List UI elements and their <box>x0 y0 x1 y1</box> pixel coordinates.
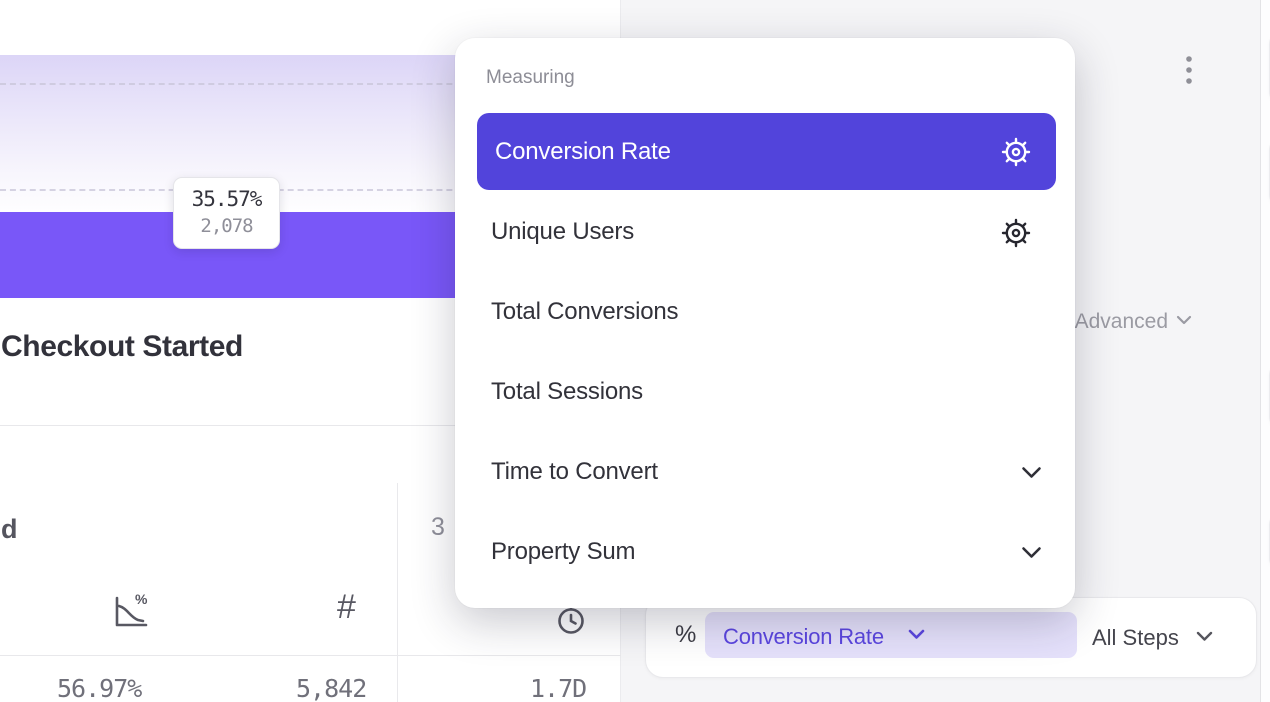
menu-item-property-sum[interactable]: Property Sum <box>491 538 635 566</box>
gear-icon[interactable] <box>1001 137 1031 167</box>
measuring-chip-label: Conversion Rate <box>723 624 884 650</box>
conversion-rate-value: 56.97% <box>57 674 141 702</box>
menu-item-total-sessions[interactable]: Total Sessions <box>491 378 643 406</box>
menu-item-label: Conversion Rate <box>495 138 671 166</box>
conversion-rate-icon: % <box>108 590 152 634</box>
table-row-label-cutoff: d <box>1 514 18 545</box>
chevron-down-icon <box>908 629 925 640</box>
table-column-divider <box>397 483 398 702</box>
chevron-down-icon <box>1176 315 1192 325</box>
menu-item-time-to-convert[interactable]: Time to Convert <box>491 458 658 486</box>
kebab-menu-button[interactable] <box>1176 48 1202 92</box>
tooltip-count: 2,078 <box>174 215 279 237</box>
percent-label: % <box>675 621 696 649</box>
chevron-down-icon <box>1021 546 1042 559</box>
count-value: 5,842 <box>296 674 366 702</box>
chevron-down-icon <box>1021 466 1042 479</box>
hash-icon: # <box>337 588 356 627</box>
menu-item-unique-users[interactable]: Unique Users <box>491 218 634 246</box>
percent-glyph: % <box>135 591 148 607</box>
menu-item-total-conversions[interactable]: Total Conversions <box>491 298 678 326</box>
all-steps-dropdown[interactable]: All Steps <box>1092 625 1179 651</box>
tooltip-conversion-rate: 35.57% <box>174 187 279 211</box>
step-title: Checkout Started <box>1 330 243 364</box>
divider <box>0 655 621 656</box>
chart-tooltip: 35.57% 2,078 <box>173 177 280 249</box>
gear-icon[interactable] <box>1001 218 1031 248</box>
chevron-down-icon <box>1196 631 1213 642</box>
measuring-menu-header: Measuring <box>486 67 575 89</box>
next-step-number: 3 <box>431 513 445 542</box>
time-to-convert-value: 1.7D <box>530 674 586 702</box>
